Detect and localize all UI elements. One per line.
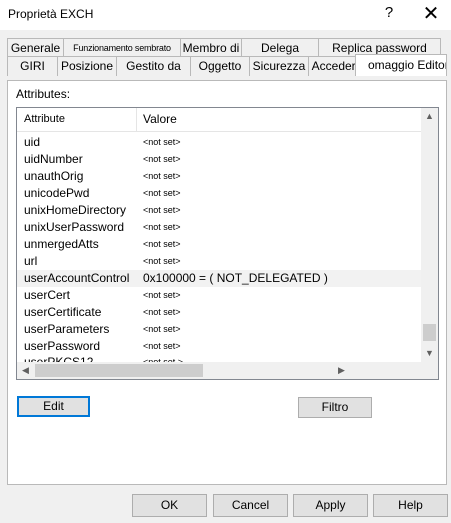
tab-delega[interactable]: Delega [241,38,319,58]
ok-button[interactable]: OK [132,494,207,517]
list-item[interactable]: uidNumber <not set> [17,151,421,168]
attribute-name: userParameters [24,322,110,336]
window-title: Proprietà EXCH [8,7,94,21]
attribute-value: <not set> [143,341,181,351]
list-item[interactable]: uid <not set> [17,134,421,151]
vertical-scroll-thumb[interactable] [423,324,436,341]
scrollbar-corner [421,362,438,379]
attribute-name: uidNumber [24,152,83,166]
tab-funzionamento[interactable]: Funzionamento sembrato [63,38,181,58]
scroll-up-arrow-icon[interactable]: ▲ [421,108,438,125]
tab-gestito-da[interactable]: Gestito da [116,56,191,76]
tab-oggetto[interactable]: Oggetto [190,56,250,76]
attribute-editor-page: Attributes: Attribute Valore uid <not se… [7,80,447,485]
attribute-value: <not set> [143,188,181,198]
edit-button[interactable]: Edit [17,396,90,417]
attributes-label: Attributes: [16,87,71,101]
tab-attribute-editor[interactable]: omaggio Editor [355,54,447,76]
vertical-scrollbar[interactable]: ▲ ▼ [421,108,438,362]
attribute-value: <not set> [143,222,181,232]
list-header: Attribute Valore [17,108,421,132]
list-item-selected[interactable]: userAccountControl 0x100000 = ( NOT_DELE… [17,270,421,287]
horizontal-scroll-thumb[interactable] [35,364,203,377]
scroll-down-arrow-icon[interactable]: ▼ [421,345,438,362]
attribute-name: userPassword [24,339,101,353]
tab-membro-di[interactable]: Membro di [180,38,242,58]
list-item[interactable]: unauthOrig <not set> [17,168,421,185]
attribute-value: <not set> [143,171,181,181]
list-item[interactable]: unixUserPassword <not set> [17,219,421,236]
column-header-value[interactable]: Valore [143,112,177,126]
attribute-value: <not set> [143,290,181,300]
scroll-left-arrow-icon[interactable]: ◀ [17,362,34,379]
attribute-value: <not set> [143,154,181,164]
attribute-name: unixUserPassword [24,220,125,234]
list-item[interactable]: userParameters <not set> [17,321,421,338]
title-bar: Proprietà EXCH ? ✕ [0,0,451,30]
list-item[interactable]: unmergedAtts <not set> [17,236,421,253]
attribute-value: <not set> [143,307,181,317]
cancel-button[interactable]: Cancel [213,494,288,517]
attribute-name: userCert [24,288,71,302]
dialog-body: Generale Funzionamento sembrato Membro d… [0,30,451,523]
list-item[interactable]: userCert <not set> [17,287,421,304]
attribute-value: <not set> [143,239,181,249]
list-item[interactable]: url <not set> [17,253,421,270]
attribute-value: 0x100000 = ( NOT_DELEGATED ) [143,271,328,285]
close-icon[interactable]: ✕ [419,1,443,26]
filter-button[interactable]: Filtro [298,397,372,418]
attribute-name: url [24,254,38,268]
attribute-name: userCertificate [24,305,102,319]
list-item[interactable]: userCertificate <not set> [17,304,421,321]
tab-posizione[interactable]: Posizione [57,56,117,76]
help-button[interactable]: Help [373,494,448,517]
apply-button[interactable]: Apply [293,494,368,517]
attribute-name: uid [24,135,41,149]
attribute-value: <not set> [143,205,181,215]
attribute-value: <not set> [143,137,181,147]
attribute-name: unauthOrig [24,169,84,183]
attributes-list[interactable]: Attribute Valore uid <not set> uidNumber… [16,107,439,380]
attribute-value: <not set> [143,256,181,266]
list-item[interactable]: unixHomeDirectory <not set> [17,202,421,219]
attribute-name: unmergedAtts [24,237,99,251]
list-item[interactable]: unicodePwd <not set> [17,185,421,202]
tab-sicurezza[interactable]: Sicurezza [249,56,309,76]
attribute-value: <not set> [143,324,181,334]
list-item[interactable]: userPassword <not set> [17,338,421,355]
column-header-attribute[interactable]: Attribute [24,113,65,125]
attribute-name: unixHomeDirectory [24,203,127,217]
help-icon[interactable]: ? [381,4,397,21]
column-divider[interactable] [136,108,137,132]
tab-generale[interactable]: Generale [7,38,64,58]
attribute-name: unicodePwd [24,186,90,200]
attribute-name: userAccountControl [24,271,130,285]
scroll-right-arrow-icon[interactable]: ▶ [333,362,350,379]
horizontal-scrollbar[interactable]: ◀ ▶ [17,362,421,379]
tab-giri[interactable]: GIRI [7,56,58,76]
